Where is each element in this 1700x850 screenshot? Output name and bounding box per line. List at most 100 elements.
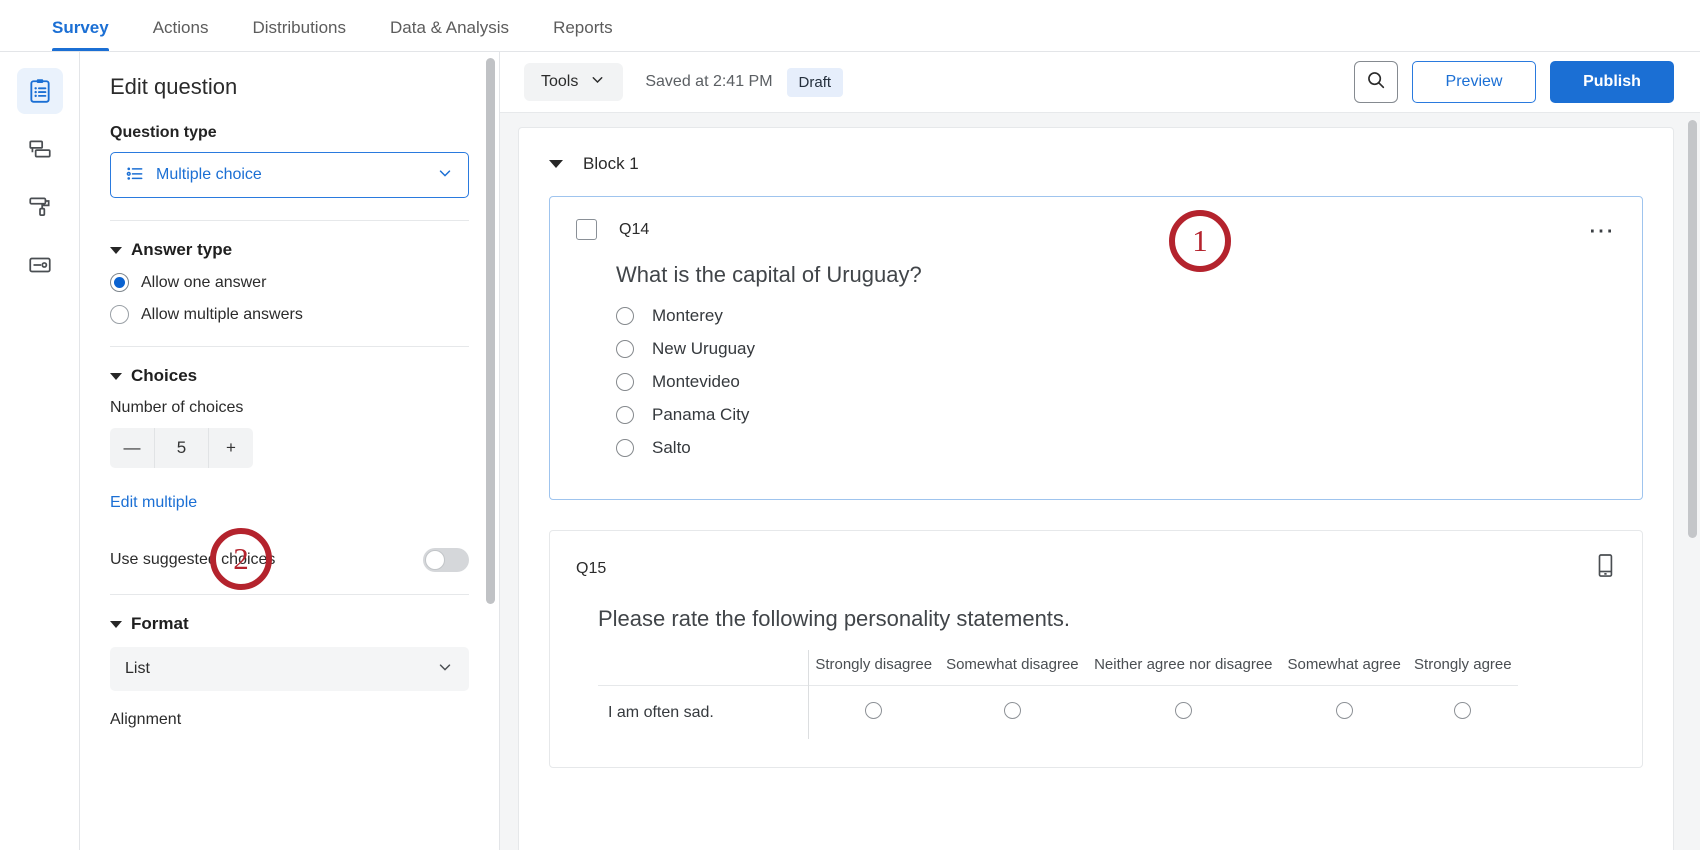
- matrix-cell[interactable]: [808, 686, 939, 740]
- tab-distributions[interactable]: Distributions: [230, 18, 368, 51]
- choices-section-header[interactable]: Choices: [110, 366, 469, 386]
- question-type-select[interactable]: Multiple choice: [110, 152, 469, 198]
- tools-button[interactable]: Tools: [524, 63, 623, 101]
- question-text[interactable]: What is the capital of Uruguay?: [616, 262, 1616, 288]
- clipboard-list-icon: [27, 78, 53, 104]
- matrix-radio-icon[interactable]: [865, 702, 882, 719]
- format-heading: Format: [131, 614, 189, 634]
- choice-row[interactable]: Panama City: [616, 405, 1616, 425]
- radio-icon-selected: [110, 273, 129, 292]
- choice-row[interactable]: Montevideo: [616, 372, 1616, 392]
- matrix-table-wrapper: Strongly disagree Somewhat disagree Neit…: [598, 650, 1616, 739]
- rail-item-survey-options[interactable]: [17, 242, 63, 288]
- choice-radio-icon[interactable]: [616, 439, 634, 457]
- matrix-cell[interactable]: [939, 686, 1086, 740]
- paint-roller-icon: [27, 194, 53, 220]
- rail-item-survey-builder[interactable]: [17, 68, 63, 114]
- choice-radio-icon[interactable]: [616, 406, 634, 424]
- divider: [110, 346, 469, 347]
- question-select-checkbox[interactable]: [576, 219, 597, 240]
- matrix-cell[interactable]: [1281, 686, 1408, 740]
- use-suggested-choices-row: Use suggested choices: [110, 548, 469, 572]
- canvas-scrollbar-thumb[interactable]: [1688, 120, 1697, 538]
- divider: [110, 594, 469, 595]
- matrix-radio-icon[interactable]: [1454, 702, 1471, 719]
- number-of-choices-label: Number of choices: [110, 399, 469, 417]
- matrix-head: Strongly disagree Somewhat disagree Neit…: [598, 650, 1518, 686]
- search-icon: [1365, 69, 1387, 96]
- matrix-scale-header: Strongly disagree: [808, 650, 939, 686]
- question-type-value: Multiple choice: [156, 166, 262, 184]
- radio-allow-multiple-answers[interactable]: Allow multiple answers: [110, 305, 469, 324]
- matrix-statement-label[interactable]: I am often sad.: [598, 686, 808, 740]
- matrix-radio-icon[interactable]: [1175, 702, 1192, 719]
- status-badge: Draft: [787, 68, 844, 97]
- search-button[interactable]: [1354, 61, 1398, 103]
- primary-navigation: Survey Actions Distributions Data & Anal…: [0, 0, 1700, 52]
- question-type-label: Question type: [110, 124, 469, 142]
- caret-down-icon: [110, 621, 122, 628]
- rail-item-survey-flow[interactable]: [17, 126, 63, 172]
- choice-label: Panama City: [652, 405, 749, 425]
- format-section-header[interactable]: Format: [110, 614, 469, 634]
- edit-question-panel: Edit question Question type Multiple cho…: [80, 52, 500, 850]
- rail-item-look-and-feel[interactable]: [17, 184, 63, 230]
- publish-button[interactable]: Publish: [1550, 61, 1674, 103]
- matrix-table: Strongly disagree Somewhat disagree Neit…: [598, 650, 1518, 739]
- matrix-cell[interactable]: [1086, 686, 1281, 740]
- use-suggested-choices-toggle[interactable]: [423, 548, 469, 572]
- radio-label: Allow one answer: [141, 274, 266, 292]
- radio-icon: [110, 305, 129, 324]
- alignment-label: Alignment: [110, 711, 469, 729]
- radio-label: Allow multiple answers: [141, 306, 303, 324]
- caret-down-icon: [110, 247, 122, 254]
- choice-radio-icon[interactable]: [616, 307, 634, 325]
- number-of-choices-stepper: — 5 +: [110, 428, 253, 468]
- choice-row[interactable]: Monterey: [616, 306, 1616, 326]
- question-options-menu-icon[interactable]: ⋯: [1588, 225, 1616, 235]
- block-name[interactable]: Block 1: [583, 154, 639, 174]
- increment-choices-button[interactable]: +: [209, 428, 253, 468]
- multiple-choice-icon: [125, 163, 145, 188]
- tab-data-analysis[interactable]: Data & Analysis: [368, 18, 531, 51]
- matrix-scale-header: Somewhat agree: [1281, 650, 1408, 686]
- panel-scrollbar-thumb[interactable]: [486, 58, 495, 604]
- block-header: Block 1: [549, 154, 1643, 174]
- matrix-radio-icon[interactable]: [1336, 702, 1353, 719]
- block-collapse-caret-icon[interactable]: [549, 160, 563, 168]
- choice-row[interactable]: Salto: [616, 438, 1616, 458]
- choice-radio-icon[interactable]: [616, 373, 634, 391]
- question-card-q14[interactable]: Q14 ⋯ What is the capital of Uruguay? Mo…: [549, 196, 1643, 500]
- choices-count-value[interactable]: 5: [154, 428, 209, 468]
- question-header: Q15: [576, 553, 1616, 584]
- choice-label: New Uruguay: [652, 339, 755, 359]
- format-select[interactable]: List: [110, 647, 469, 691]
- answer-type-section-header[interactable]: Answer type: [110, 240, 469, 260]
- choice-label: Monterey: [652, 306, 723, 326]
- caret-down-icon: [110, 373, 122, 380]
- matrix-radio-icon[interactable]: [1004, 702, 1021, 719]
- mobile-device-icon[interactable]: [1594, 553, 1616, 584]
- choice-row[interactable]: New Uruguay: [616, 339, 1616, 359]
- choice-radio-icon[interactable]: [616, 340, 634, 358]
- radio-allow-one-answer[interactable]: Allow one answer: [110, 273, 469, 292]
- app-shell: Edit question Question type Multiple cho…: [0, 52, 1700, 850]
- choice-label: Montevideo: [652, 372, 740, 392]
- chevron-down-icon: [589, 71, 606, 93]
- question-id: Q15: [576, 560, 606, 578]
- tab-survey[interactable]: Survey: [30, 18, 131, 51]
- matrix-scale-header: Somewhat disagree: [939, 650, 1086, 686]
- survey-canvas: Block 1 Q14 ⋯ What is the capital of Uru…: [500, 113, 1700, 850]
- saved-status-text: Saved at 2:41 PM: [645, 73, 772, 91]
- survey-flow-icon: [27, 136, 53, 162]
- preview-button[interactable]: Preview: [1412, 61, 1536, 103]
- edit-multiple-link[interactable]: Edit multiple: [110, 494, 197, 512]
- answer-type-heading: Answer type: [131, 240, 232, 260]
- matrix-cell[interactable]: [1408, 686, 1518, 740]
- tab-reports[interactable]: Reports: [531, 18, 635, 51]
- question-card-q15[interactable]: Q15 Please rate the following personalit…: [549, 530, 1643, 768]
- decrement-choices-button[interactable]: —: [110, 428, 154, 468]
- divider: [110, 220, 469, 221]
- tab-actions[interactable]: Actions: [131, 18, 231, 51]
- question-text[interactable]: Please rate the following personality st…: [598, 606, 1616, 632]
